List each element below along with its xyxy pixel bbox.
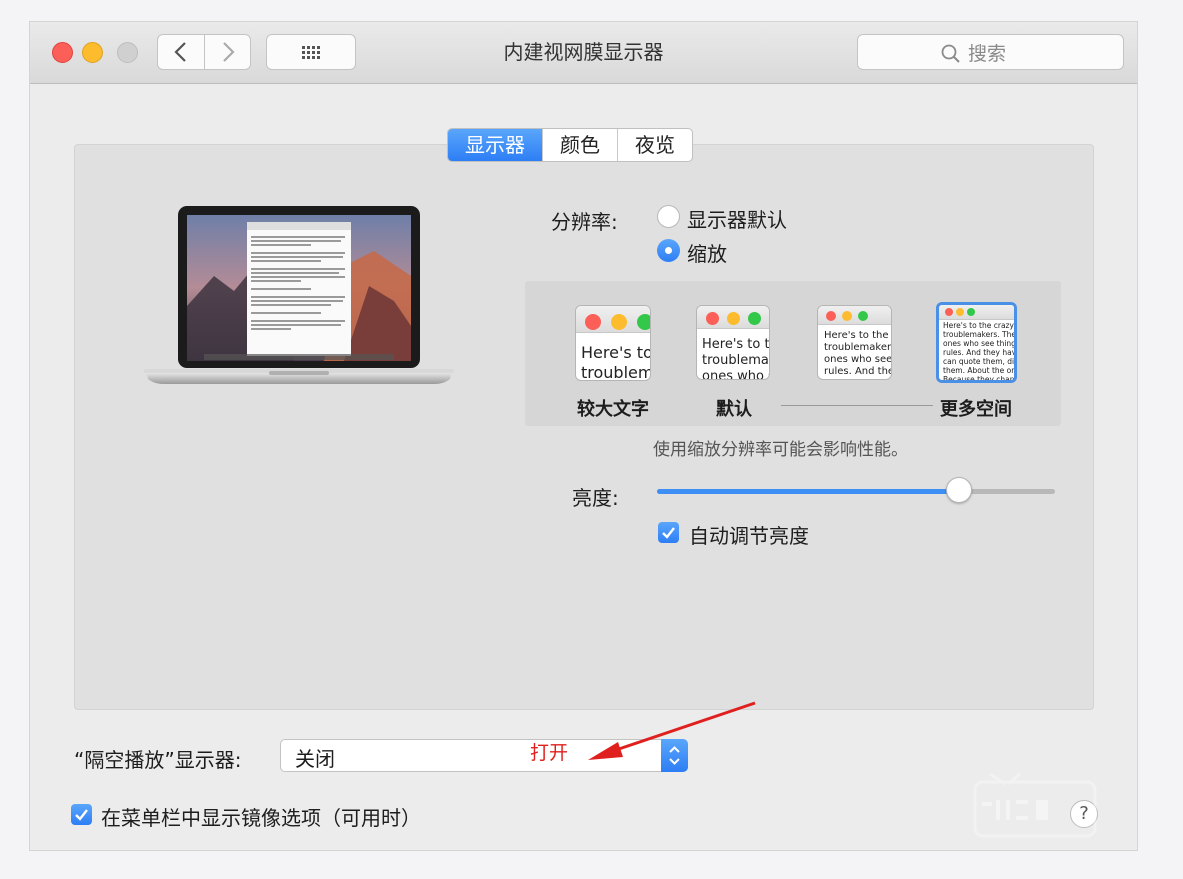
annotation-arrow <box>588 701 756 760</box>
watermark-logo <box>973 772 1097 838</box>
